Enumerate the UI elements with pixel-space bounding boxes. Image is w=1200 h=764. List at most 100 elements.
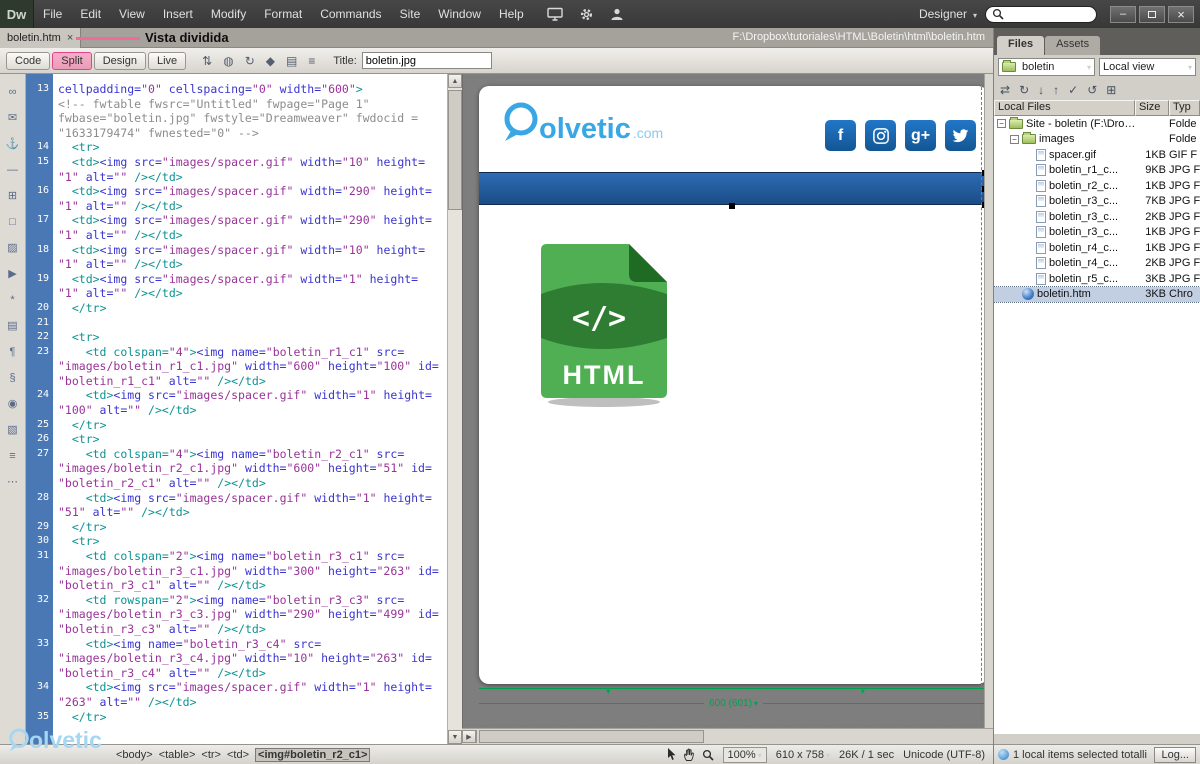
menu-edit[interactable]: Edit — [71, 0, 110, 28]
insert-more-icon[interactable]: ⋯ — [4, 474, 21, 489]
split-view-button[interactable]: Split — [52, 51, 92, 70]
html-file-image[interactable]: </> HTML — [541, 244, 667, 415]
menu-help[interactable]: Help — [490, 0, 533, 28]
expand-icon[interactable]: ⊞ — [1106, 84, 1116, 96]
view-options-icon[interactable]: ≡ — [308, 55, 315, 67]
code-text[interactable]: <td><img src="images/spacer.gif" width="… — [53, 491, 447, 520]
close-icon[interactable] — [67, 33, 73, 43]
document-tab[interactable]: boletin.htm — [0, 28, 82, 48]
file-row[interactable]: boletin_r3_c... 7KB JPG F — [994, 194, 1200, 210]
column-header-size[interactable]: Size — [1135, 100, 1169, 116]
insert-div-tag-icon[interactable]: □ — [4, 214, 21, 229]
code-text[interactable]: <td colspan="2"><img name="boletin_r3_c1… — [53, 549, 447, 593]
hand-tool-icon[interactable] — [683, 748, 695, 761]
column-marker-icon[interactable]: ▾ — [861, 688, 865, 696]
code-view-button[interactable]: Code — [6, 51, 51, 70]
file-row[interactable]: boletin_r3_c... 1KB JPG F — [994, 225, 1200, 241]
code-text[interactable]: <td><img src="images/spacer.gif" width="… — [53, 272, 447, 301]
refresh-icon[interactable]: ↻ — [245, 55, 255, 67]
window-size[interactable]: 610 x 758 — [776, 749, 830, 761]
code-text[interactable]: <tr> — [53, 432, 447, 447]
menu-format[interactable]: Format — [255, 0, 311, 28]
code-text[interactable] — [53, 316, 447, 331]
tag-selector-item[interactable]: <img#boletin_r2_c1> — [255, 747, 371, 762]
preview-in-browser-icon[interactable]: ◍ — [223, 55, 233, 67]
instagram-icon[interactable] — [865, 120, 896, 151]
maximize-button[interactable] — [1139, 5, 1165, 23]
zoom-level-select[interactable]: 100% — [722, 746, 767, 763]
scroll-right-icon[interactable] — [462, 730, 476, 743]
design-vertical-scrollbar[interactable] — [984, 74, 993, 728]
tree-expander-icon[interactable]: − — [1010, 134, 1019, 144]
site-dropdown[interactable]: boletin — [998, 58, 1095, 76]
insert-widget-icon[interactable]: * — [4, 292, 21, 307]
scroll-up-icon[interactable] — [448, 74, 462, 88]
code-text[interactable]: cellpadding="0" cellspacing="0" width="6… — [53, 82, 447, 140]
code-view[interactable]: 13 cellpadding="0" cellspacing="0" width=… — [26, 74, 447, 744]
synchronize-icon[interactable]: ↺ — [1087, 84, 1097, 96]
design-view-button[interactable]: Design — [93, 51, 146, 70]
scrollbar-thumb[interactable] — [448, 90, 462, 210]
insert-script-icon[interactable]: § — [4, 370, 21, 385]
design-horizontal-scrollbar[interactable] — [462, 728, 993, 744]
tag-selector-item[interactable]: <table> — [159, 749, 196, 761]
code-text[interactable]: <td><img src="images/spacer.gif" width="… — [53, 243, 447, 272]
file-row[interactable]: spacer.gif 1KB GIF F — [994, 147, 1200, 163]
facebook-icon[interactable]: f — [825, 120, 856, 151]
menu-window[interactable]: Window — [429, 0, 490, 28]
code-text[interactable]: </tr> — [53, 520, 447, 535]
file-row[interactable]: boletin_r4_c... 1KB JPG F — [994, 240, 1200, 256]
search-box[interactable] — [985, 5, 1097, 23]
file-row[interactable]: boletin_r2_c... 1KB JPG F — [994, 178, 1200, 194]
code-text[interactable]: <tr> — [53, 330, 447, 345]
code-text[interactable]: <td colspan="4"><img name="boletin_r2_c1… — [53, 447, 447, 491]
live-view-button[interactable]: Live — [147, 51, 187, 70]
twitter-icon[interactable] — [945, 120, 976, 151]
menu-site[interactable]: Site — [391, 0, 430, 28]
code-text[interactable]: </tr> — [53, 301, 447, 316]
code-text[interactable]: <td rowspan="2"><img name="boletin_r3_c3… — [53, 593, 447, 637]
close-button[interactable] — [1168, 5, 1194, 23]
menu-commands[interactable]: Commands — [311, 0, 390, 28]
table-width-bar[interactable]: 600 (601) — [479, 698, 989, 709]
connect-icon[interactable]: ⇄ — [1000, 84, 1010, 96]
insert-template-icon[interactable]: ▧ — [4, 422, 21, 437]
code-scrollbar[interactable] — [447, 74, 462, 744]
scroll-down-icon[interactable] — [448, 730, 462, 744]
googleplus-icon[interactable]: g+ — [905, 120, 936, 151]
file-row[interactable]: − images Folde — [994, 132, 1200, 148]
check-out-icon[interactable]: ✓ — [1068, 84, 1078, 96]
file-management-icon[interactable]: ⇅ — [202, 55, 212, 67]
insert-comment-icon[interactable]: ¶ — [4, 344, 21, 359]
menu-view[interactable]: View — [110, 0, 154, 28]
code-text[interactable]: <td><img src="images/spacer.gif" width="… — [53, 680, 447, 709]
file-row[interactable]: boletin_r4_c... 2KB JPG F — [994, 256, 1200, 272]
search-input[interactable] — [1008, 7, 1088, 21]
workspace-switcher[interactable]: Designer — [911, 7, 985, 21]
selected-banner-image[interactable] — [479, 172, 988, 205]
tree-expander-icon[interactable]: − — [997, 119, 1006, 129]
sites-user-icon[interactable] — [610, 7, 624, 21]
panel-tab-files[interactable]: Files — [997, 36, 1045, 55]
code-text[interactable]: </tr> — [53, 710, 447, 725]
insert-hyperlink-icon[interactable]: ∞ — [4, 84, 21, 99]
tag-selector-item[interactable]: <body> — [116, 749, 153, 761]
log-button[interactable]: Log... — [1154, 746, 1196, 763]
menu-file[interactable]: File — [34, 0, 71, 28]
tag-selector-item[interactable]: <td> — [227, 749, 249, 761]
title-input[interactable] — [361, 52, 492, 69]
code-text[interactable]: <td><img src="images/spacer.gif" width="… — [53, 213, 447, 242]
refresh-icon[interactable]: ↻ — [1019, 84, 1029, 96]
insert-date-icon[interactable]: ▤ — [4, 318, 21, 333]
tag-selector-item[interactable]: <tr> — [201, 749, 221, 761]
code-text[interactable]: <tr> — [53, 140, 447, 155]
file-row[interactable]: boletin_r1_c... 9KB JPG F — [994, 163, 1200, 179]
code-text[interactable]: <td><img src="images/spacer.gif" width="… — [53, 155, 447, 184]
column-header-name[interactable]: Local Files — [994, 100, 1135, 116]
selection-handle[interactable] — [729, 203, 735, 209]
design-page[interactable]: olvetic .com f g+ </> HTML — [479, 86, 988, 684]
insert-tag-chooser-icon[interactable]: ≡ — [4, 448, 21, 463]
design-view[interactable]: olvetic .com f g+ </> HTML ▾ ▾ 600 (601)… — [462, 74, 993, 728]
minimize-button[interactable] — [1110, 5, 1136, 23]
insert-named-anchor-icon[interactable]: ⚓ — [4, 136, 21, 151]
